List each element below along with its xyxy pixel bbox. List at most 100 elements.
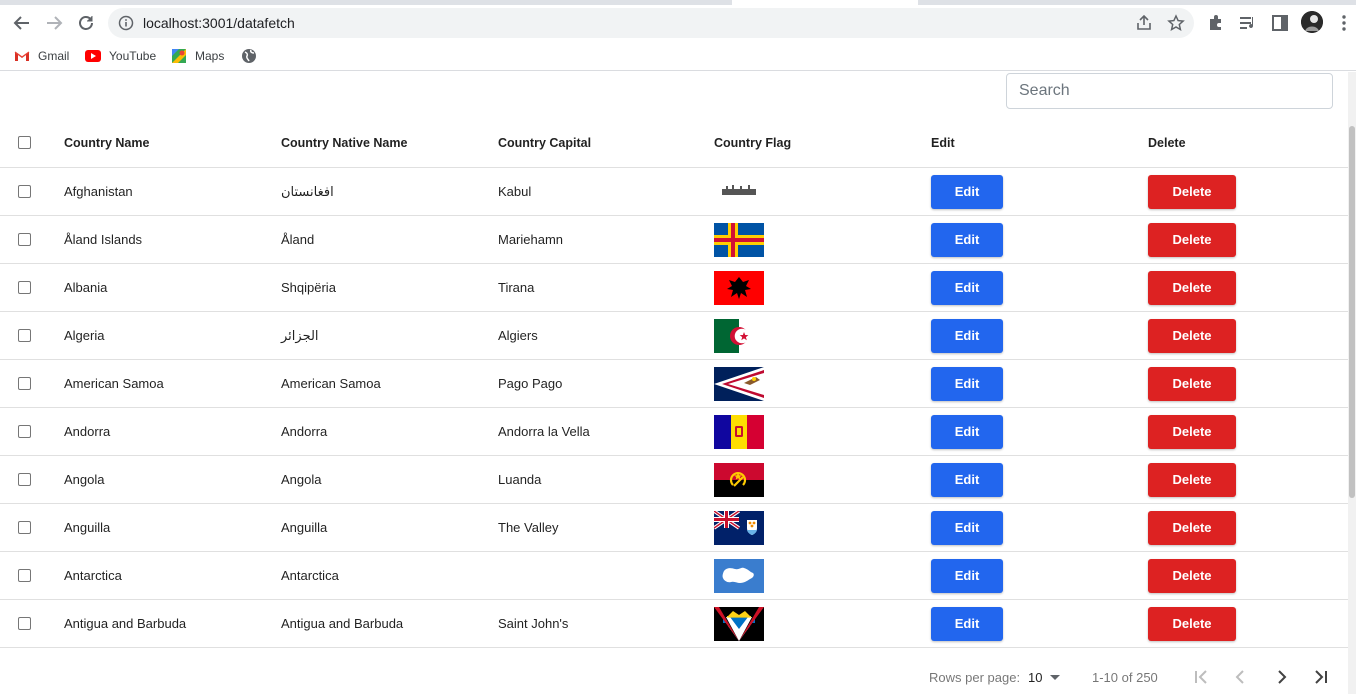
- rows-per-page-select[interactable]: 10: [1028, 670, 1042, 685]
- country-capital: Luanda: [498, 472, 542, 487]
- country-name: American Samoa: [64, 376, 164, 391]
- row-checkbox[interactable]: [18, 281, 31, 294]
- caret-down-icon[interactable]: [1049, 671, 1061, 683]
- bookmark-globe[interactable]: [241, 47, 265, 65]
- row-checkbox[interactable]: [18, 521, 31, 534]
- search-input[interactable]: [1006, 73, 1333, 109]
- delete-button[interactable]: Delete: [1148, 558, 1236, 593]
- country-name: Åland Islands: [64, 232, 143, 247]
- edit-button[interactable]: Edit: [931, 270, 1003, 305]
- edit-button[interactable]: Edit: [931, 366, 1003, 401]
- page-range: 1-10 of 250: [1092, 670, 1158, 685]
- edit-cell: Edit: [931, 360, 1003, 407]
- delete-button[interactable]: Delete: [1148, 462, 1236, 497]
- edit-button[interactable]: Edit: [931, 462, 1003, 497]
- delete-button[interactable]: Delete: [1148, 174, 1236, 209]
- header-capital[interactable]: Country Capital: [498, 118, 591, 167]
- delete-button[interactable]: Delete: [1148, 414, 1236, 449]
- edit-button[interactable]: Edit: [931, 606, 1003, 641]
- row-select-cell: [18, 504, 31, 551]
- countries-table: Country Name Country Native Name Country…: [0, 118, 1348, 648]
- bookmarks-bar: Gmail YouTube Maps: [0, 41, 1356, 71]
- delete-cell: Delete: [1148, 216, 1236, 263]
- delete-button[interactable]: Delete: [1148, 510, 1236, 545]
- reload-button[interactable]: [73, 10, 99, 36]
- country-native-name: Antarctica: [281, 568, 339, 583]
- next-page-button[interactable]: [1269, 665, 1293, 689]
- edit-button[interactable]: Edit: [931, 318, 1003, 353]
- row-checkbox[interactable]: [18, 233, 31, 246]
- edit-button[interactable]: Edit: [931, 222, 1003, 257]
- country-flag-image: [714, 222, 764, 257]
- country-capital: Algiers: [498, 328, 538, 343]
- table-header-row: Country Name Country Native Name Country…: [0, 118, 1348, 168]
- previous-page-button[interactable]: [1229, 665, 1253, 689]
- arrow-left-icon: [13, 16, 29, 30]
- country-capital: Kabul: [498, 184, 532, 199]
- edit-cell: Edit: [931, 600, 1003, 647]
- country-native-name: Andorra: [281, 424, 328, 439]
- delete-cell: Delete: [1148, 264, 1236, 311]
- bookmark-gmail[interactable]: Gmail: [14, 47, 69, 65]
- row-checkbox[interactable]: [18, 329, 31, 342]
- back-button[interactable]: [9, 10, 35, 36]
- scrollbar-thumb[interactable]: [1349, 126, 1355, 498]
- table-row: Andorra Andorra Andorra la Vella Edit Delete: [0, 408, 1348, 456]
- bookmark-maps[interactable]: Maps: [171, 47, 224, 65]
- bookmark-label: Gmail: [38, 49, 70, 63]
- reload-icon: [79, 16, 93, 30]
- header-native-name[interactable]: Country Native Name: [281, 118, 407, 167]
- row-checkbox[interactable]: [18, 473, 31, 486]
- forward-button[interactable]: [41, 10, 67, 36]
- edit-button[interactable]: Edit: [931, 510, 1003, 545]
- delete-cell: Delete: [1148, 312, 1236, 359]
- star-icon[interactable]: [1167, 14, 1185, 32]
- flag-cell: [714, 264, 764, 311]
- header-edit[interactable]: Edit: [931, 118, 955, 167]
- header-flag[interactable]: Country Flag: [714, 118, 791, 167]
- last-page-button[interactable]: [1309, 665, 1333, 689]
- country-name: Angola: [64, 472, 105, 487]
- delete-cell: Delete: [1148, 456, 1236, 503]
- country-name: Algeria: [64, 328, 105, 343]
- globe-icon: [242, 49, 256, 63]
- profile-avatar[interactable]: [1301, 11, 1323, 33]
- row-checkbox[interactable]: [18, 377, 31, 390]
- edit-button[interactable]: Edit: [931, 414, 1003, 449]
- delete-cell: Delete: [1148, 504, 1236, 551]
- pagination: Rows per page: 10 1-10 of 250: [0, 649, 1348, 694]
- header-delete[interactable]: Delete: [1148, 118, 1186, 167]
- flag-cell: [714, 360, 764, 407]
- side-panel-icon[interactable]: [1270, 13, 1290, 33]
- country-capital: Pago Pago: [498, 376, 563, 391]
- share-icon[interactable]: [1135, 14, 1153, 32]
- kebab-menu-icon[interactable]: [1334, 13, 1354, 33]
- url-text[interactable]: localhost:3001/datafetch: [143, 15, 295, 31]
- row-checkbox[interactable]: [18, 569, 31, 582]
- select-all-checkbox[interactable]: [18, 136, 31, 149]
- delete-button[interactable]: Delete: [1148, 606, 1236, 641]
- browser-toolbar: localhost:3001/datafetch: [0, 5, 1356, 41]
- address-bar[interactable]: localhost:3001/datafetch: [108, 8, 1194, 38]
- edit-button[interactable]: Edit: [931, 174, 1003, 209]
- edit-cell: Edit: [931, 168, 1003, 215]
- row-checkbox[interactable]: [18, 185, 31, 198]
- row-checkbox[interactable]: [18, 617, 31, 630]
- page-scrollbar[interactable]: [1348, 72, 1356, 694]
- page-content: Country Name Country Native Name Country…: [0, 72, 1356, 694]
- row-checkbox[interactable]: [18, 425, 31, 438]
- delete-cell: Delete: [1148, 552, 1236, 599]
- header-country-name[interactable]: Country Name: [64, 118, 149, 167]
- extensions-icon[interactable]: [1206, 13, 1226, 33]
- delete-button[interactable]: Delete: [1148, 270, 1236, 305]
- row-select-cell: [18, 264, 31, 311]
- edit-button[interactable]: Edit: [931, 558, 1003, 593]
- delete-button[interactable]: Delete: [1148, 318, 1236, 353]
- delete-button[interactable]: Delete: [1148, 366, 1236, 401]
- edit-cell: Edit: [931, 408, 1003, 455]
- bookmark-youtube[interactable]: YouTube: [85, 47, 156, 65]
- delete-button[interactable]: Delete: [1148, 222, 1236, 257]
- first-page-button[interactable]: [1189, 665, 1213, 689]
- media-queue-icon[interactable]: [1238, 13, 1258, 33]
- info-icon[interactable]: [118, 15, 134, 31]
